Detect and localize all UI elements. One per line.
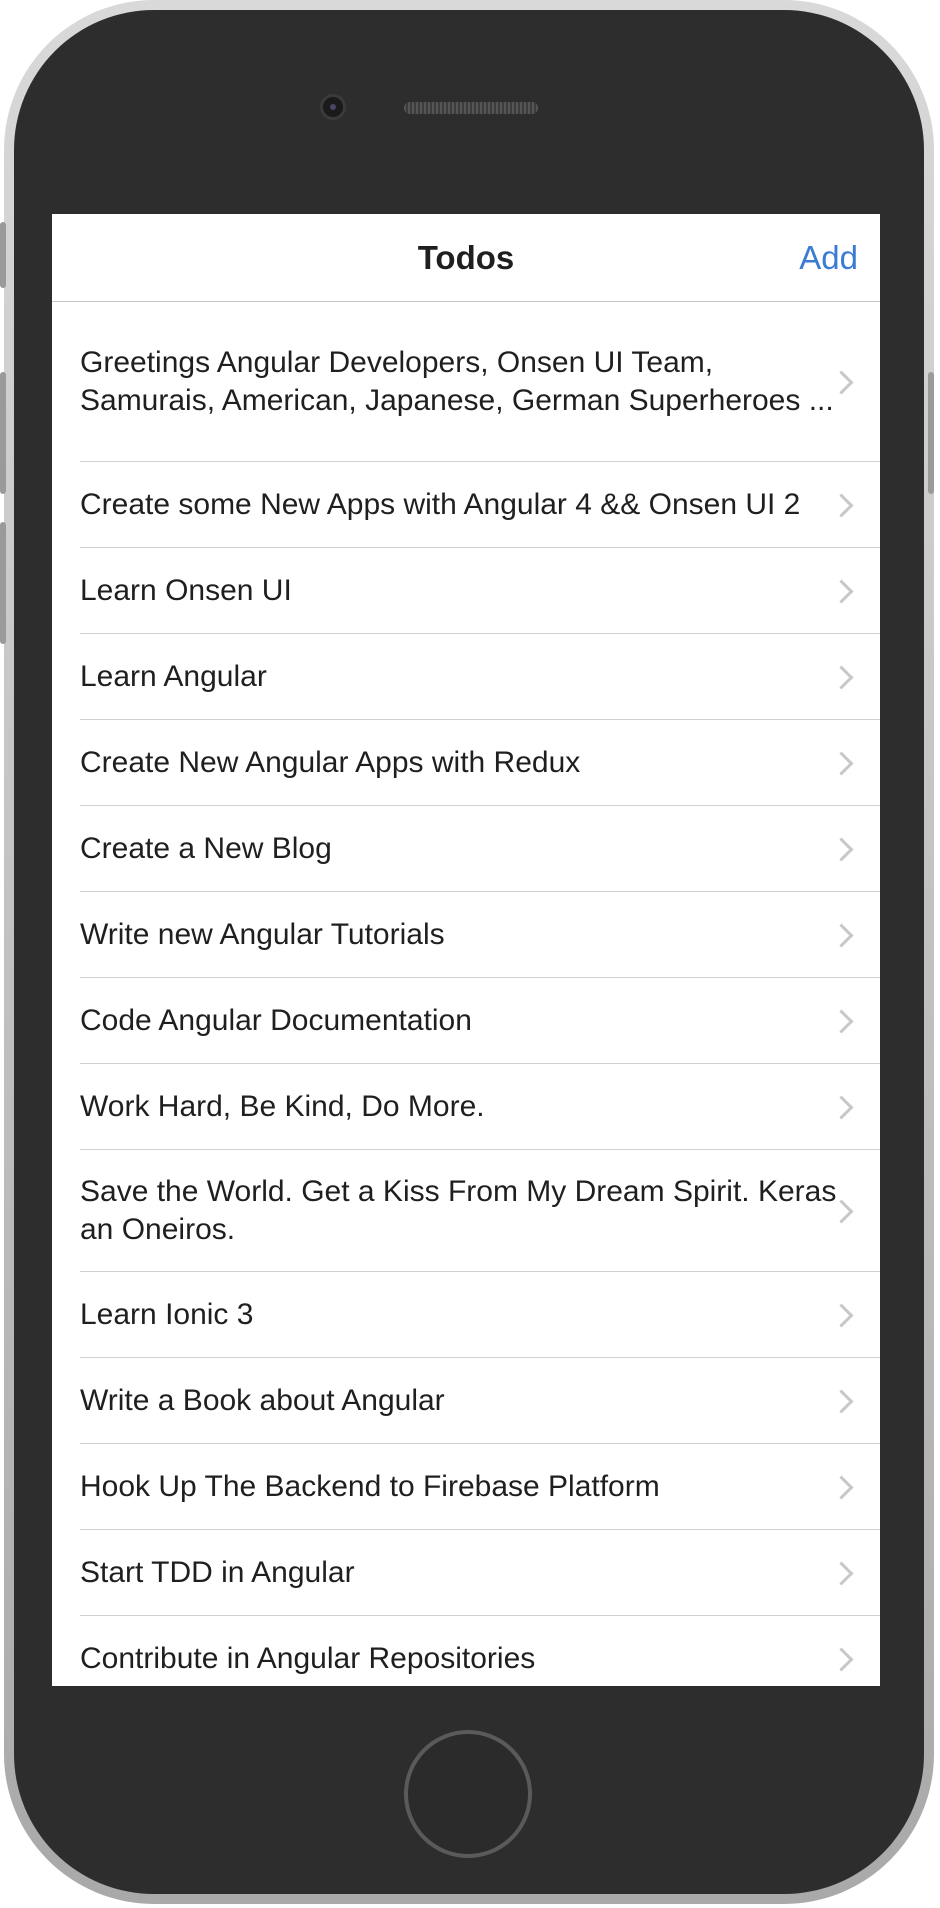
list-item[interactable]: Learn Ionic 3 — [52, 1272, 880, 1358]
list-item[interactable]: Learn Onsen UI — [52, 548, 880, 634]
list-item[interactable]: Save the World. Get a Kiss From My Dream… — [52, 1150, 880, 1272]
todo-text: Learn Angular — [80, 659, 267, 693]
todo-text: Save the World. Get a Kiss From My Dream… — [80, 1174, 837, 1246]
chevron-right-icon — [829, 1388, 854, 1414]
volume-down-button — [0, 522, 6, 644]
list-item[interactable]: Code Angular Documentation — [52, 978, 880, 1064]
chevron-right-icon — [829, 1560, 854, 1586]
chevron-right-icon — [829, 1646, 854, 1672]
todo-text: Start TDD in Angular — [80, 1555, 355, 1589]
todo-text: Work Hard, Be Kind, Do More. — [80, 1089, 485, 1123]
chevron-right-icon — [829, 578, 854, 604]
todo-text: Learn Ionic 3 — [80, 1297, 254, 1331]
speaker-icon — [404, 102, 538, 114]
add-button[interactable]: Add — [799, 214, 858, 301]
list-item[interactable]: Create a New Blog — [52, 806, 880, 892]
list-item[interactable]: Start TDD in Angular — [52, 1530, 880, 1616]
camera-icon — [320, 94, 346, 120]
chevron-right-icon — [829, 1302, 854, 1328]
power-button — [928, 372, 934, 494]
home-button[interactable] — [404, 1730, 532, 1858]
list-item[interactable]: Write a Book about Angular — [52, 1358, 880, 1444]
list-item[interactable]: Learn Angular — [52, 634, 880, 720]
chevron-right-icon — [829, 750, 854, 776]
page-title: Todos — [417, 238, 515, 276]
toolbar: Todos Add — [52, 214, 880, 302]
todo-text: Hook Up The Backend to Firebase Platform — [80, 1469, 660, 1503]
list-item[interactable]: Contribute in Angular Repositories — [52, 1616, 880, 1686]
todo-text: Code Angular Documentation — [80, 1003, 472, 1037]
chevron-right-icon — [829, 1094, 854, 1120]
todo-text: Learn Onsen UI — [80, 573, 292, 607]
chevron-right-icon — [829, 836, 854, 862]
todo-text: Contribute in Angular Repositories — [80, 1641, 536, 1675]
list-item[interactable]: Create New Angular Apps with Redux — [52, 720, 880, 806]
chevron-right-icon — [829, 922, 854, 948]
todo-text: Write new Angular Tutorials — [80, 917, 445, 951]
chevron-right-icon — [829, 664, 854, 690]
list-item[interactable]: Create some New Apps with Angular 4 && O… — [52, 462, 880, 548]
chevron-right-icon — [829, 1474, 854, 1500]
mute-switch — [0, 222, 6, 288]
todo-text: Create a New Blog — [80, 831, 332, 865]
todo-text: Create some New Apps with Angular 4 && O… — [80, 487, 801, 521]
list-item[interactable]: Greetings Angular Developers, Onsen UI T… — [52, 302, 880, 462]
app-screen: Todos Add Greetings Angular Developers, … — [52, 214, 880, 1686]
chevron-right-icon — [829, 492, 854, 518]
list-item[interactable]: Hook Up The Backend to Firebase Platform — [52, 1444, 880, 1530]
todo-text: Create New Angular Apps with Redux — [80, 745, 581, 779]
todo-text: Write a Book about Angular — [80, 1383, 445, 1417]
chevron-right-icon — [829, 1008, 854, 1034]
todo-list: Greetings Angular Developers, Onsen UI T… — [52, 302, 880, 1686]
todo-text: Greetings Angular Developers, Onsen UI T… — [80, 345, 834, 417]
volume-up-button — [0, 372, 6, 494]
list-item[interactable]: Write new Angular Tutorials — [52, 892, 880, 978]
list-item[interactable]: Work Hard, Be Kind, Do More. — [52, 1064, 880, 1150]
